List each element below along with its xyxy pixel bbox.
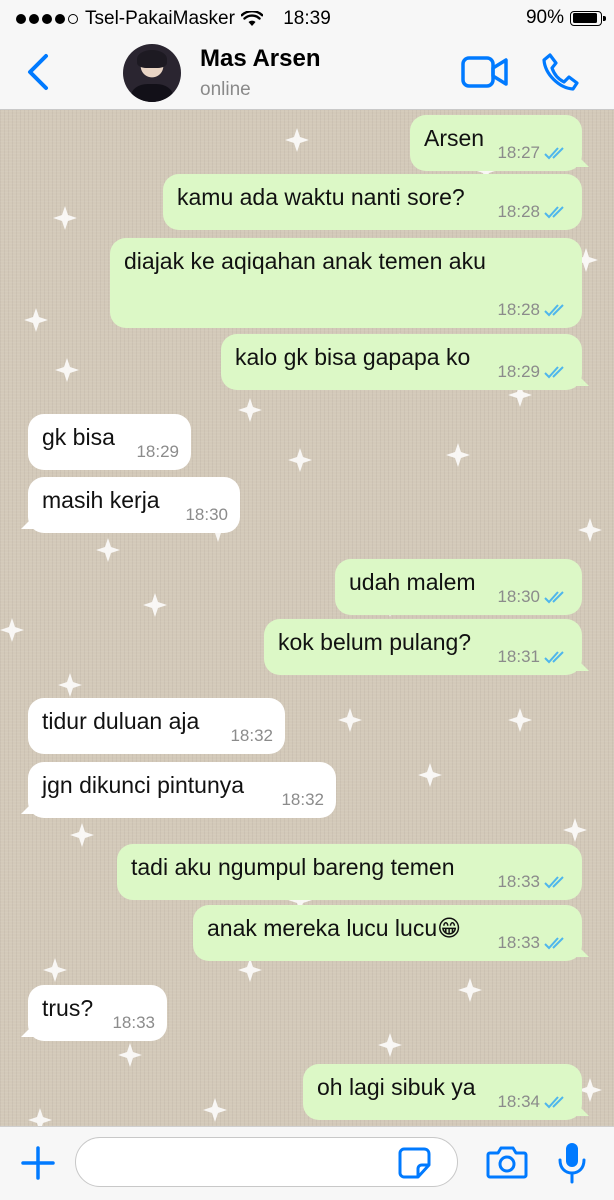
sparkle-shape	[24, 308, 48, 332]
message-bubble[interactable]: jgn dikunci pintunya 18:32	[28, 762, 336, 818]
sparkle-shape	[458, 978, 482, 1002]
sparkle-shape	[578, 518, 602, 542]
message-time: 18:33	[497, 872, 540, 891]
sparkle-shape	[55, 358, 79, 382]
sparkle-shape	[203, 1098, 227, 1122]
message-bubble[interactable]: kamu ada waktu nanti sore? 18:28	[163, 174, 582, 230]
message-bubble[interactable]: anak mereka lucu lucu😁 18:33	[193, 905, 582, 961]
status-time: 18:39	[283, 8, 331, 29]
battery-percent: 90%	[525, 7, 564, 28]
sparkle-shape	[28, 1108, 52, 1126]
message-bubble[interactable]: oh lagi sibuk ya 18:34	[303, 1064, 582, 1120]
sparkle-shape	[288, 448, 312, 472]
battery-icon	[570, 10, 606, 26]
message-bubble[interactable]: udah malem 18:30	[335, 559, 582, 615]
microphone-icon[interactable]	[557, 1141, 587, 1185]
avatar[interactable]	[123, 44, 181, 102]
message-time: 18:32	[281, 790, 324, 809]
composer-bar	[0, 1126, 614, 1200]
chat-header: Mas Arsen online	[0, 36, 614, 110]
read-ticks-icon	[544, 206, 564, 219]
contact-name[interactable]: Mas Arsen	[200, 45, 321, 73]
message-bubble[interactable]: kok belum pulang? 18:31	[264, 619, 582, 675]
battery-fill	[572, 13, 597, 23]
sparkle-shape	[508, 708, 532, 732]
read-ticks-icon	[544, 304, 564, 317]
read-ticks-icon	[544, 937, 564, 950]
sparkle-shape	[446, 443, 470, 467]
message-text: gk bisa	[42, 424, 115, 450]
contact-status: online	[200, 79, 251, 100]
sparkle-shape	[143, 593, 167, 617]
sparkle-shape	[58, 673, 82, 697]
camera-icon[interactable]	[486, 1144, 528, 1180]
message-text: tadi aku ngumpul bareng temen	[131, 854, 455, 880]
message-text: kalo gk bisa gapapa ko	[235, 344, 471, 370]
message-time: 18:29	[497, 362, 540, 381]
sparkle-shape	[338, 708, 362, 732]
message-time: 18:27	[497, 143, 540, 162]
message-time: 18:30	[185, 505, 228, 524]
message-bubble[interactable]: tadi aku ngumpul bareng temen 18:33	[117, 844, 582, 900]
phone-icon[interactable]	[541, 52, 579, 92]
message-text: diajak ke aqiqahan anak temen aku	[124, 248, 486, 274]
message-bubble[interactable]: trus? 18:33	[28, 985, 167, 1041]
read-ticks-icon	[544, 366, 564, 379]
sticker-icon[interactable]	[398, 1147, 432, 1179]
message-time: 18:31	[497, 647, 540, 666]
message-time: 18:29	[136, 442, 179, 461]
message-text: oh lagi sibuk ya	[317, 1074, 476, 1100]
sparkle-shape	[70, 823, 94, 847]
sparkle-shape	[418, 763, 442, 787]
read-ticks-icon	[544, 651, 564, 664]
message-time: 18:32	[230, 726, 273, 745]
message-text: anak mereka lucu lucu😁	[207, 915, 462, 941]
sparkle-shape	[285, 128, 309, 152]
message-text: trus?	[42, 995, 94, 1021]
sparkle-shape	[238, 958, 262, 982]
sparkle-shape	[0, 618, 24, 642]
message-text: kok belum pulang?	[278, 629, 472, 655]
message-time: 18:33	[112, 1013, 155, 1032]
status-bar: Tsel-PakaiMasker 18:39 90%	[0, 0, 614, 36]
sparkle-shape	[53, 206, 77, 230]
status-right: 90%	[525, 7, 606, 29]
message-time: 18:28	[497, 202, 540, 221]
sparkle-shape	[96, 538, 120, 562]
message-time: 18:34	[497, 1092, 540, 1111]
sparkle-shape	[118, 1043, 142, 1067]
message-bubble[interactable]: Arsen 18:27	[410, 115, 582, 171]
message-bubble[interactable]: kalo gk bisa gapapa ko 18:29	[221, 334, 582, 390]
message-text: jgn dikunci pintunya	[42, 772, 245, 798]
sparkle-shape	[563, 818, 587, 842]
message-bubble[interactable]: tidur duluan aja 18:32	[28, 698, 285, 754]
sparkle-shape	[378, 1033, 402, 1057]
message-text: kamu ada waktu nanti sore?	[177, 184, 465, 210]
message-text: udah malem	[349, 569, 476, 595]
message-bubble[interactable]: gk bisa 18:29	[28, 414, 191, 470]
message-text: tidur duluan aja	[42, 708, 200, 734]
message-time: 18:28	[497, 300, 540, 319]
sparkle-shape	[238, 398, 262, 422]
read-ticks-icon	[544, 876, 564, 889]
video-camera-icon[interactable]	[461, 55, 509, 89]
read-ticks-icon	[544, 591, 564, 604]
chat-area[interactable]: Arsen 18:27 kamu ada waktu nanti sore? 1…	[0, 110, 614, 1126]
message-text: masih kerja	[42, 487, 160, 513]
plus-icon[interactable]	[20, 1145, 56, 1181]
message-time: 18:30	[497, 587, 540, 606]
read-ticks-icon	[544, 147, 564, 160]
message-bubble[interactable]: diajak ke aqiqahan anak temen aku 18:28	[110, 238, 582, 328]
message-text: Arsen	[424, 125, 485, 151]
read-ticks-icon	[544, 1096, 564, 1109]
message-bubble[interactable]: masih kerja 18:30	[28, 477, 240, 533]
message-time: 18:33	[497, 933, 540, 952]
chevron-left-icon[interactable]	[22, 52, 56, 92]
sparkle-shape	[43, 958, 67, 982]
message-input[interactable]	[94, 1138, 398, 1186]
